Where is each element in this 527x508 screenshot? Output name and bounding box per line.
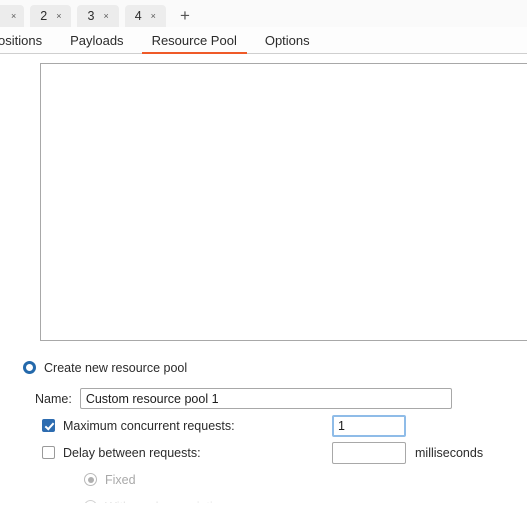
delay-between-requests-input[interactable] xyxy=(332,441,406,464)
window-tab-2-label: 2 xyxy=(40,9,48,23)
delay-mode-fixed-row[interactable]: Fixed xyxy=(0,466,527,493)
tab-options[interactable]: Options xyxy=(251,27,324,54)
radio-create-new-resource-pool[interactable] xyxy=(23,361,36,374)
name-input[interactable] xyxy=(79,388,452,409)
radio-delay-fixed[interactable] xyxy=(84,473,97,486)
create-new-resource-pool-row[interactable]: Create new resource pool xyxy=(0,354,527,381)
close-icon[interactable]: × xyxy=(103,11,108,21)
tab-positions[interactable]: ositions xyxy=(0,27,56,54)
add-tab-button[interactable]: + xyxy=(174,5,196,27)
max-concurrent-requests-field-slot xyxy=(332,414,406,437)
delay-between-requests-label: Delay between requests: xyxy=(63,445,201,460)
checkbox-max-concurrent-requests[interactable] xyxy=(42,419,55,432)
window-tab-3-label: 3 xyxy=(87,9,95,23)
name-row: Name: xyxy=(0,385,527,412)
close-icon[interactable]: × xyxy=(56,11,61,21)
tab-positions-label: ositions xyxy=(0,32,43,48)
tab-options-label: Options xyxy=(264,32,310,48)
checkbox-delay-between-requests[interactable] xyxy=(42,446,55,459)
tab-payloads-label: Payloads xyxy=(70,32,124,48)
window-tab-3[interactable]: 3 × xyxy=(77,5,119,27)
window-tab-1[interactable]: × xyxy=(0,5,25,27)
window-tab-strip: × 2 × 3 × 4 × + xyxy=(0,0,527,29)
max-concurrent-requests-input[interactable] xyxy=(332,414,406,437)
max-concurrent-requests-row: Maximum concurrent requests: xyxy=(0,412,527,439)
resource-pool-form: Create new resource pool Name: Maximum c… xyxy=(0,354,527,508)
tab-resource-pool[interactable]: Resource Pool xyxy=(138,27,251,54)
window-tab-2[interactable]: 2 × xyxy=(30,5,72,27)
delay-variation-label: With random variation xyxy=(105,500,227,504)
delay-fixed-label: Fixed xyxy=(105,472,136,487)
create-new-resource-pool-label: Create new resource pool xyxy=(44,360,188,375)
delay-mode-variation-clip: With random variation xyxy=(0,493,527,503)
radio-delay-variation[interactable] xyxy=(84,500,97,503)
tab-resource-pool-label: Resource Pool xyxy=(151,32,237,48)
name-label: Name: xyxy=(35,391,72,406)
window-tab-4-label: 4 xyxy=(134,9,142,23)
close-icon[interactable]: × xyxy=(151,11,156,21)
max-concurrent-requests-label: Maximum concurrent requests: xyxy=(63,418,235,433)
resource-pool-panel: Create new resource pool Name: Maximum c… xyxy=(0,54,527,508)
section-tab-strip: ositions Payloads Resource Pool Options xyxy=(0,27,527,54)
milliseconds-label: milliseconds xyxy=(415,445,484,460)
delay-between-requests-row: Delay between requests: milliseconds xyxy=(0,439,527,466)
delay-between-requests-field-slot xyxy=(332,441,406,464)
resource-pool-list-panel[interactable] xyxy=(40,63,527,341)
tab-payloads[interactable]: Payloads xyxy=(56,27,137,54)
close-icon[interactable]: × xyxy=(11,11,16,21)
window-tab-4[interactable]: 4 × xyxy=(124,5,166,29)
delay-mode-variation-row[interactable]: With random variation xyxy=(0,493,527,503)
